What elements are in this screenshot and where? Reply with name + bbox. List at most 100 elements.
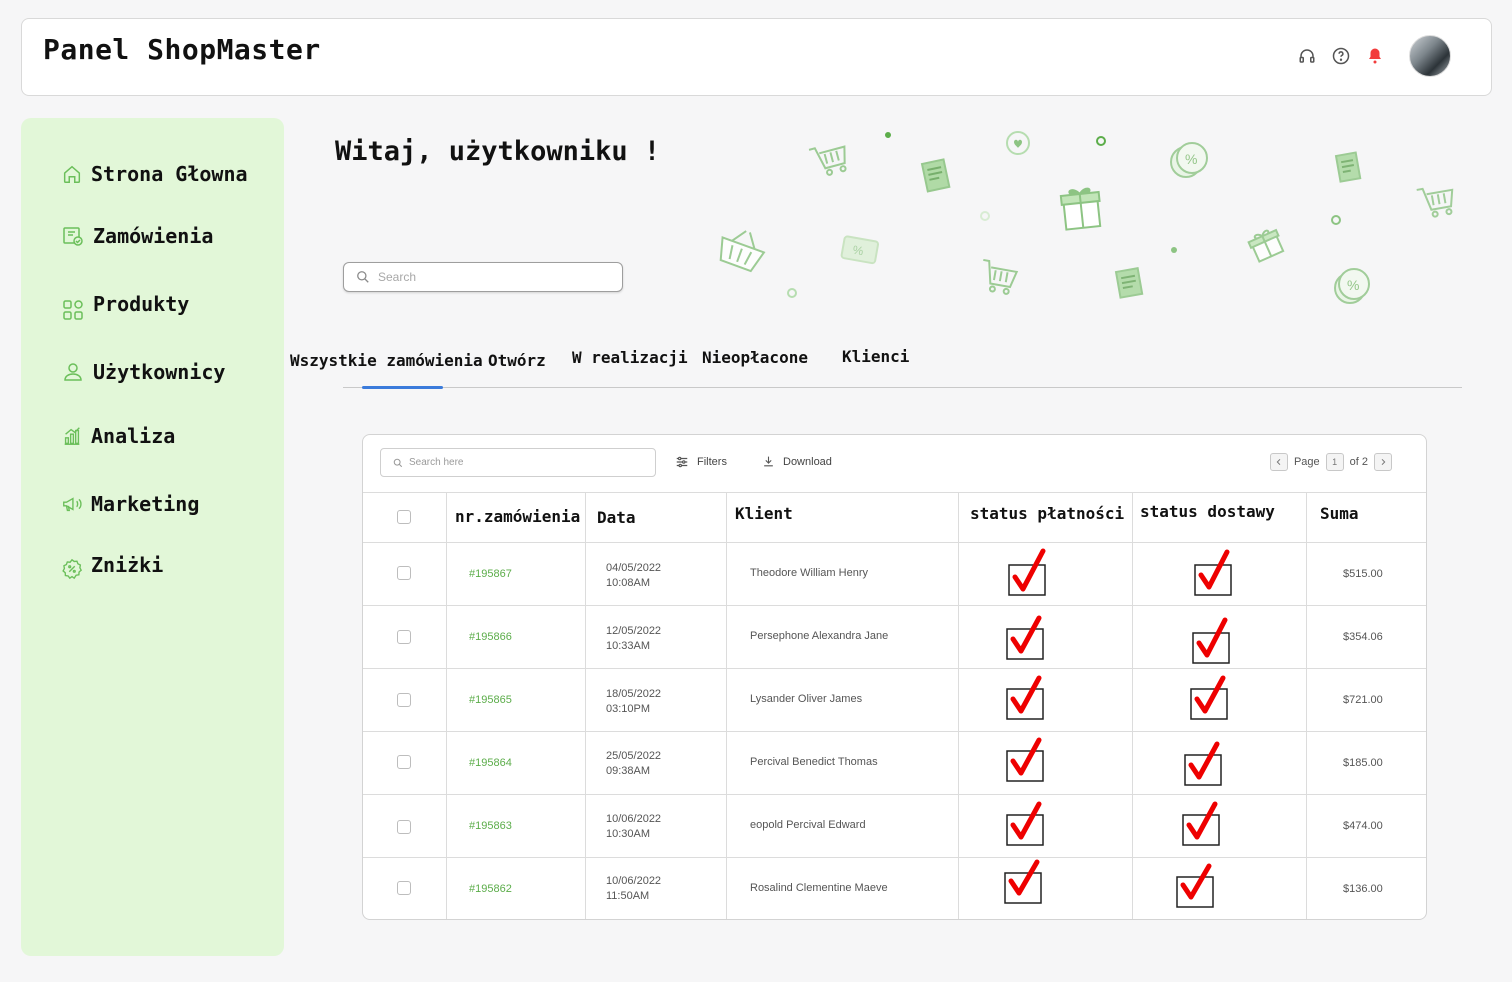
order-total: $185.00 <box>1343 757 1383 769</box>
sidebar-item-users[interactable]: Użytkownicy <box>61 360 225 384</box>
sidebar-item-label: Zamówienia <box>93 224 214 248</box>
table-divider <box>726 492 727 919</box>
table-divider <box>363 542 1426 543</box>
order-id-link[interactable]: #195865 <box>469 694 512 706</box>
next-page-button[interactable] <box>1374 453 1392 471</box>
grid-icon <box>63 300 83 320</box>
payment-check-icon <box>1006 801 1044 846</box>
client-name: eopold Percival Edward <box>750 819 866 831</box>
table-divider <box>363 731 1426 732</box>
help-icon[interactable] <box>1331 46 1351 66</box>
column-header-total[interactable]: Suma <box>1320 504 1359 523</box>
column-header-date[interactable]: Data <box>597 508 636 527</box>
order-date-day: 12/05/2022 <box>606 625 662 637</box>
order-date-time: 10:33AM <box>606 640 651 652</box>
download-button[interactable]: Download <box>762 455 832 468</box>
order-id-link[interactable]: #195863 <box>469 820 512 832</box>
sidebar-item-label: Analiza <box>91 424 176 448</box>
sidebar-item-label: Zniżki <box>91 553 164 577</box>
tab-unpaid[interactable]: Nieopłacone <box>702 348 808 367</box>
bell-icon[interactable] <box>1365 46 1385 66</box>
filters-button[interactable]: Filters <box>675 455 727 469</box>
order-total: $136.00 <box>1343 883 1383 895</box>
row-checkbox[interactable] <box>397 820 411 834</box>
svg-text:%: % <box>1185 151 1197 167</box>
download-label: Download <box>783 455 832 468</box>
order-date-day: 10/06/2022 <box>606 875 662 887</box>
row-checkbox[interactable] <box>397 693 411 707</box>
chart-icon <box>64 427 80 445</box>
tab-in-progress[interactable]: W realizacji <box>572 348 688 367</box>
hero-search[interactable] <box>343 262 623 292</box>
column-header-order-number[interactable]: nr.zamówienia <box>455 507 580 526</box>
client-name: Lysander Oliver James <box>750 693 863 705</box>
tab-clients[interactable]: Klienci <box>842 347 909 366</box>
filters-label: Filters <box>697 456 727 468</box>
order-date-time: 10:08AM <box>606 577 651 589</box>
search-input[interactable] <box>378 270 598 284</box>
column-header-client[interactable]: Klient <box>735 504 793 523</box>
client-name: Rosalind Clementine Maeve <box>750 882 888 894</box>
table-search[interactable] <box>380 448 656 477</box>
order-date: 04/05/2022 10:08AM <box>606 561 661 591</box>
table-divider <box>585 492 586 919</box>
order-total: $721.00 <box>1343 694 1383 706</box>
order-date: 25/05/2022 09:38AM <box>606 749 661 779</box>
table-search-input[interactable] <box>409 457 639 468</box>
download-icon <box>764 456 773 467</box>
row-checkbox[interactable] <box>397 881 411 895</box>
search-icon <box>393 458 403 467</box>
order-id-link[interactable]: #195864 <box>469 757 512 769</box>
user-icon <box>64 363 82 381</box>
sidebar-item-home[interactable]: Strona Głowna <box>61 162 248 186</box>
home-icon <box>63 165 81 183</box>
chevron-left-icon <box>1276 458 1281 466</box>
sidebar-item-marketing[interactable]: Marketing <box>61 492 199 516</box>
order-id-link[interactable]: #195862 <box>469 883 512 895</box>
page-label: Page <box>1293 456 1320 468</box>
top-bar: Panel ShopMaster <box>21 18 1492 96</box>
tabs-divider <box>343 387 1462 388</box>
order-date-day: 25/05/2022 <box>606 750 662 762</box>
avatar[interactable] <box>1409 35 1451 77</box>
sidebar-item-label: Użytkownicy <box>93 360 226 384</box>
column-header-delivery-status[interactable]: status dostawy <box>1140 502 1275 521</box>
sidebar-item-label: Marketing <box>91 492 200 516</box>
delivery-check-icon <box>1176 863 1214 908</box>
client-name: Theodore William Henry <box>750 567 868 579</box>
sidebar-item-label: Strona Głowna <box>91 162 248 186</box>
sidebar-item-label: Produkty <box>93 292 190 316</box>
row-checkbox[interactable] <box>397 566 411 580</box>
tab-all-orders[interactable]: Wszystkie zamówienia <box>290 351 483 370</box>
delivery-check-icon <box>1190 675 1228 720</box>
row-checkbox[interactable] <box>397 755 411 769</box>
order-id-link[interactable]: #195866 <box>469 631 512 643</box>
headset-icon[interactable] <box>1297 46 1317 66</box>
order-date-time: 10:30AM <box>606 828 651 840</box>
welcome-heading: Witaj, użytkowniku ! <box>335 136 661 167</box>
sidebar: Strona Głowna Zamówienia Produkty Użytko… <box>21 118 284 956</box>
row-checkbox[interactable] <box>397 630 411 644</box>
table-divider <box>1306 492 1307 919</box>
sidebar-item-discounts[interactable]: Zniżki <box>61 550 163 580</box>
app-title: Panel ShopMaster <box>43 33 321 66</box>
chevron-right-icon <box>1381 458 1386 466</box>
prev-page-button[interactable] <box>1269 453 1288 471</box>
delivery-check-icon <box>1184 741 1222 786</box>
column-header-payment-status[interactable]: status płatności <box>970 504 1124 523</box>
order-date-day: 18/05/2022 <box>606 688 662 700</box>
tab-open[interactable]: Otwórz <box>488 351 546 370</box>
sidebar-item-analytics[interactable]: Analiza <box>61 424 175 448</box>
client-name: Percival Benedict Thomas <box>750 756 878 768</box>
order-date-day: 04/05/2022 <box>606 562 662 574</box>
table-divider <box>363 492 1426 493</box>
payment-check-icon <box>1006 615 1044 660</box>
sidebar-item-products[interactable]: Produkty <box>61 286 189 322</box>
order-total: $354.06 <box>1343 631 1383 643</box>
order-id-link[interactable]: #195867 <box>469 568 512 580</box>
table-divider <box>958 492 959 919</box>
sidebar-item-orders[interactable]: Zamówienia <box>61 224 213 248</box>
page-number-input[interactable]: 1 <box>1325 453 1344 471</box>
select-all-checkbox[interactable] <box>397 510 411 524</box>
filters-icon <box>676 456 688 468</box>
